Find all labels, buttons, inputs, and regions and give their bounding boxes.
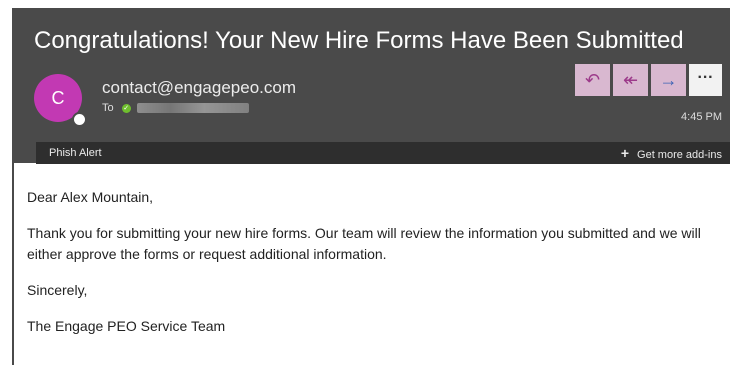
- recipient-row: To ✓: [102, 102, 249, 114]
- more-icon: ···: [697, 69, 714, 86]
- forward-icon: →: [659, 70, 678, 90]
- to-label: To: [102, 102, 114, 114]
- plus-icon: +: [620, 145, 630, 161]
- get-more-addins-label: Get more add-ins: [637, 149, 722, 161]
- body-paragraph: Thank you for submitting your new hire f…: [27, 225, 701, 262]
- body-left-rule: [12, 163, 14, 365]
- phish-alert-button[interactable]: Phish Alert: [49, 142, 102, 164]
- recipient-redacted[interactable]: [136, 103, 249, 114]
- email-body: Dear Alex Mountain, Thank you for submit…: [27, 187, 717, 352]
- forward-button[interactable]: →: [651, 64, 686, 96]
- email-subject: Congratulations! Your New Hire Forms Hav…: [34, 27, 684, 54]
- reply-all-button[interactable]: ↞: [613, 64, 648, 96]
- more-actions-button[interactable]: ···: [689, 64, 722, 96]
- verified-check-icon: ✓: [121, 103, 131, 113]
- signature: The Engage PEO Service Team: [27, 318, 226, 334]
- reply-all-icon: ↞: [622, 70, 639, 90]
- reply-button[interactable]: ↶: [575, 64, 610, 96]
- received-time: 4:45 PM: [681, 111, 722, 123]
- closing: Sincerely,: [27, 282, 88, 298]
- email-header: Congratulations! Your New Hire Forms Hav…: [12, 8, 730, 164]
- message-actions: ↶ ↞ →: [575, 64, 686, 96]
- reply-icon: ↶: [584, 70, 601, 90]
- get-more-addins-button[interactable]: + Get more add-ins: [621, 142, 722, 166]
- sender-address[interactable]: contact@engagepeo.com: [102, 78, 296, 98]
- addin-bar: Phish Alert + Get more add-ins: [36, 142, 730, 164]
- greeting: Dear Alex Mountain,: [27, 189, 154, 205]
- presence-status-icon: [72, 112, 87, 127]
